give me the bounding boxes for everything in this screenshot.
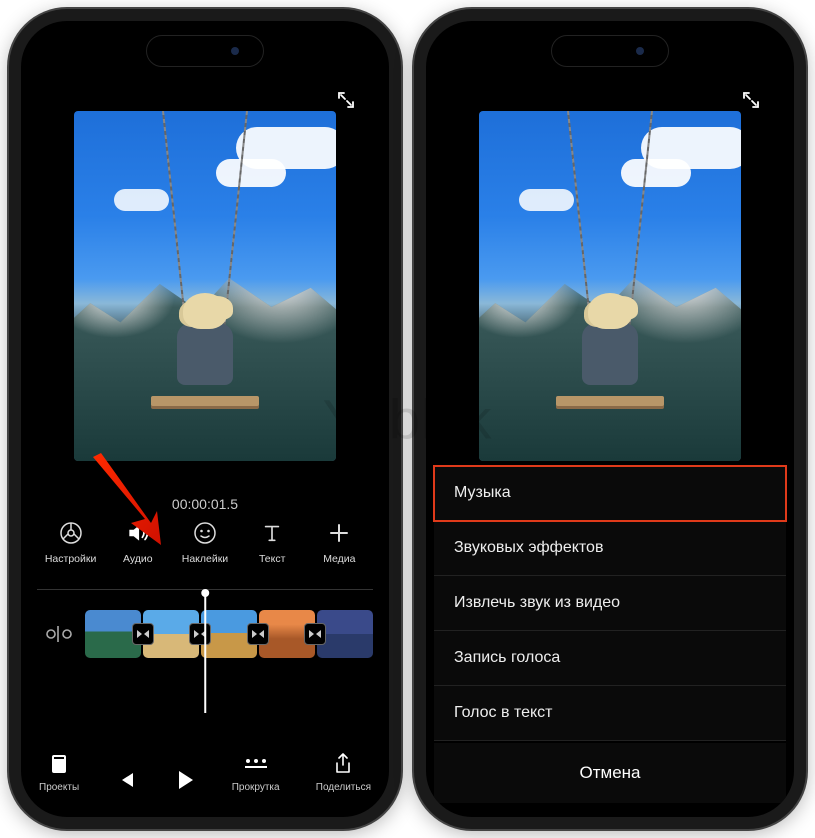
skip-back-icon (115, 767, 137, 793)
text-tool[interactable]: Текст (240, 519, 304, 565)
audio-tool[interactable]: Аудио (106, 519, 170, 565)
steering-icon (59, 519, 83, 547)
text-icon (261, 519, 283, 547)
playhead[interactable] (204, 593, 206, 713)
expand-icon (336, 90, 356, 110)
scroll-label: Прокрутка (232, 782, 280, 793)
transition-2[interactable] (189, 623, 211, 645)
phone-frame-right: Музыка Звуковых эффектов Извлечь звук из… (414, 9, 806, 829)
settings-label: Настройки (45, 553, 97, 565)
scroll-button[interactable]: Прокрутка (232, 751, 280, 793)
expand-icon (741, 90, 761, 110)
menu-extract-audio[interactable]: Извлечь звук из видео (434, 576, 786, 631)
transition-3[interactable] (247, 623, 269, 645)
video-preview[interactable] (74, 111, 336, 461)
scroll-icon (243, 751, 269, 777)
play-button[interactable] (174, 767, 196, 793)
timeline-timestamp: 00:00:01.5 (21, 496, 389, 512)
audio-label: Аудио (123, 553, 153, 565)
menu-voice-to-text[interactable]: Голос в текст (434, 686, 786, 741)
speaker-icon (125, 519, 151, 547)
transition-4[interactable] (304, 623, 326, 645)
fullscreen-button[interactable] (333, 87, 359, 113)
screen-right: Музыка Звуковых эффектов Извлечь звук из… (426, 21, 794, 817)
text-label: Текст (259, 553, 285, 565)
fullscreen-button[interactable] (738, 87, 764, 113)
settings-tool[interactable]: Настройки (39, 519, 103, 565)
menu-sound-effects[interactable]: Звуковых эффектов (434, 521, 786, 576)
audio-menu-sheet: Музыка Звуковых эффектов Извлечь звук из… (434, 466, 786, 803)
media-label: Медиа (323, 553, 355, 565)
menu-voice-record[interactable]: Запись голоса (434, 631, 786, 686)
plus-icon (327, 519, 351, 547)
play-icon (174, 767, 196, 793)
share-button[interactable]: Поделиться (316, 751, 371, 793)
editor-toolbar: Настройки Аудио Наклейки Текст (37, 519, 373, 565)
menu-music[interactable]: Музыка (434, 466, 786, 521)
screen-left: 00:00:01.5 Настройки Аудио Наклейки (21, 21, 389, 817)
dynamic-island (551, 35, 669, 67)
video-preview[interactable] (479, 111, 741, 461)
projects-button[interactable]: Проекты (39, 751, 79, 793)
share-icon (333, 751, 353, 777)
split-clip-button[interactable] (37, 623, 81, 645)
smiley-icon (193, 519, 217, 547)
dynamic-island (146, 35, 264, 67)
media-tool[interactable]: Медиа (307, 519, 371, 565)
phone-frame-left: 00:00:01.5 Настройки Аудио Наклейки (9, 9, 401, 829)
stickers-label: Наклейки (182, 553, 228, 565)
bottom-bar: Проекты Прокрутка (39, 751, 371, 793)
stickers-tool[interactable]: Наклейки (173, 519, 237, 565)
prev-button[interactable] (115, 767, 137, 793)
transition-1[interactable] (132, 623, 154, 645)
clips-strip[interactable] (85, 610, 373, 658)
cancel-button[interactable]: Отмена (434, 743, 786, 803)
projects-label: Проекты (39, 782, 79, 793)
share-label: Поделиться (316, 782, 371, 793)
projects-icon (49, 751, 69, 777)
